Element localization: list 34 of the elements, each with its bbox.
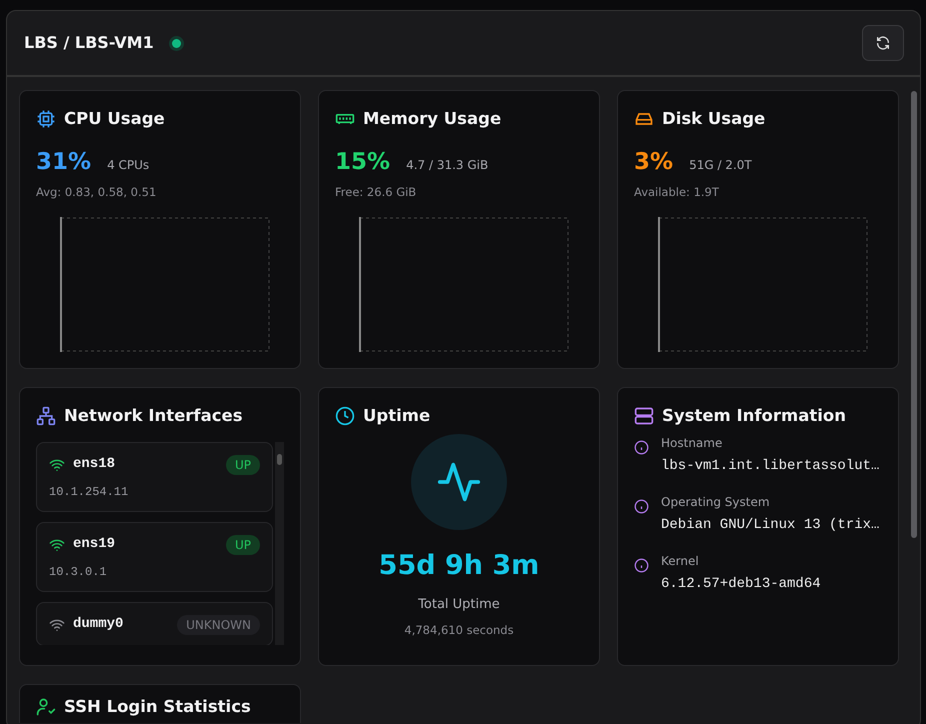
info-value: 6.12.57+deb13-amd64 xyxy=(661,575,821,594)
uptime-seconds: 4,784,610 seconds xyxy=(404,622,514,639)
usage-detail: 4.7 / 31.3 GiB xyxy=(406,157,488,174)
status-label: UNKNOWN xyxy=(177,614,260,634)
status-label: UP xyxy=(226,454,260,474)
info-label: Kernel xyxy=(661,553,700,570)
card-title: System Information xyxy=(662,406,846,426)
interface-name: ens18 xyxy=(73,455,116,474)
uptime-label: Total Uptime xyxy=(418,596,500,614)
usage-detail: 51G / 2.0T xyxy=(689,157,752,174)
usage-subtext: Available: 1.9T xyxy=(634,184,720,200)
card-title: Memory Usage xyxy=(363,109,502,129)
usage-subtext: Avg: 0.83, 0.58, 0.51 xyxy=(36,184,158,200)
info-label: Hostname xyxy=(661,435,724,452)
interface-name: ens19 xyxy=(73,535,116,554)
interface-name: dummy0 xyxy=(73,615,124,634)
usage-subtext: Free: 26.6 GiB xyxy=(335,184,418,200)
usage-percent: 15% xyxy=(335,148,390,177)
usage-percent: 31% xyxy=(36,148,92,177)
info-value: Debian GNU/Linux 13 (trix… xyxy=(661,516,880,535)
usage-percent: 3% xyxy=(634,148,674,177)
ip-address: 10.3.0.1 xyxy=(49,564,108,581)
usage-detail: 4 CPUs xyxy=(107,157,150,174)
info-label: Operating System xyxy=(661,494,771,511)
card-title: CPU Usage xyxy=(64,109,165,129)
info-value: lbs-vm1.int.libertassolut… xyxy=(661,457,880,476)
page-title: LBS / LBS-VM1 xyxy=(24,32,154,54)
card-title: SSH Login Statistics xyxy=(64,697,251,717)
uptime-value: 55d 9h 3m xyxy=(378,549,540,583)
card-title: Uptime xyxy=(363,406,430,426)
card-title: Network Interfaces xyxy=(64,406,243,426)
status-label: UP xyxy=(226,534,260,554)
ip-address: 10.1.254.11 xyxy=(49,484,130,501)
card-title: Disk Usage xyxy=(662,109,766,129)
